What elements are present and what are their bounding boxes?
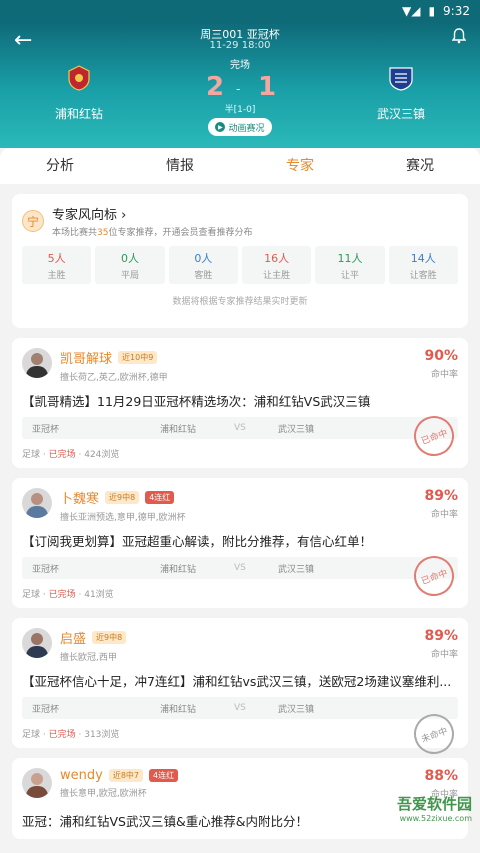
tab-intel[interactable]: 情报: [120, 148, 240, 184]
post-title[interactable]: 【凯哥精选】11月29日亚冠杯精选场次：浦和红钻VS武汉三镇: [22, 392, 458, 411]
hit-rate: 89%: [424, 488, 458, 504]
animation-label: 动画赛况: [228, 123, 265, 134]
status-time: 9:32: [443, 4, 470, 18]
animation-button[interactable]: ▶ 动画赛况: [208, 118, 272, 136]
battery-icon: ▮: [428, 4, 436, 18]
hit-badge: 近8中7: [108, 769, 144, 782]
main-content: 宁 专家风向标 › 本场比赛共35位专家推荐，开通会员查看推荐分布 5人 主胜 0…: [0, 184, 480, 853]
avatar[interactable]: [22, 348, 52, 378]
game-row: 亚冠杯 浦和红钻 VS 武汉三镇: [22, 557, 458, 579]
vane-note: 数据将根据专家推荐结果实时更新: [172, 297, 308, 307]
watermark-url: www.52zixue.com: [399, 814, 472, 823]
stat-handicap-away: 14人 让客胜: [388, 246, 458, 284]
score-separator: -: [236, 82, 241, 96]
expert-name[interactable]: 启盛: [60, 628, 86, 647]
expert-post[interactable]: 卜魏寒 近9中8 4连红 擅长亚洲预选,意甲,德甲,欧洲杯 89% 命中率 【订…: [12, 478, 468, 608]
post-footer: 足球 · 已完场 · 41浏览: [22, 590, 114, 600]
post-title[interactable]: 【订阅我更划算】亚冠超重心解读，附比分推荐，有信心红单！: [22, 532, 458, 551]
hit-rate-label: 命中率: [430, 370, 458, 380]
vane-icon: 宁: [22, 210, 44, 232]
vane-subtitle: 本场比赛共35位专家推荐，开通会员查看推荐分布: [52, 228, 253, 238]
stat-handicap-draw: 11人 让平: [315, 246, 385, 284]
avatar[interactable]: [22, 628, 52, 658]
game-row: 亚冠杯 浦和红钻 VS 武汉三镇: [22, 417, 458, 439]
expert-skill: 擅长荷乙,英乙,欧洲杯,德甲: [60, 373, 168, 383]
stat-away-win: 0人 客胜: [168, 246, 238, 284]
vane-title: 专家风向标 ›: [52, 208, 127, 223]
vane-stats: 5人 主胜 0人 平局 0人 客胜 16人 让主胜 11人 让平 14人 让客胜: [22, 246, 458, 284]
away-score: 1: [258, 72, 277, 102]
avatar[interactable]: [22, 768, 52, 798]
expert-post[interactable]: 启盛 近9中8 擅长欧冠,西甲 89% 命中率 【亚冠杯信心十足，冲7连红】浦和…: [12, 618, 468, 760]
hit-badge: 近9中8: [105, 491, 140, 504]
expert-skill: 擅长亚洲预选,意甲,德甲,欧洲杯: [60, 513, 186, 523]
hit-badge: 近9中8: [92, 631, 127, 644]
stat-draw: 0人 平局: [95, 246, 165, 284]
play-icon: ▶: [215, 122, 226, 132]
home-team-logo-icon: [68, 65, 90, 91]
hit-rate: 88%: [424, 768, 458, 784]
tab-analysis[interactable]: 分析: [0, 148, 120, 184]
match-header: ← 周三001 亚冠杯 11-29 18:00 完场 浦和红钻 2 - 1 武汉…: [0, 22, 480, 148]
stat-handicap-home: 16人 让主胜: [241, 246, 312, 284]
game-row: 亚冠杯 浦和红钻 VS 武汉三镇: [22, 697, 458, 719]
home-score: 2: [206, 72, 225, 102]
hit-rate-label: 命中率: [430, 650, 458, 660]
match-date: 11-29 18:00: [209, 40, 271, 51]
hit-rate: 89%: [424, 628, 458, 644]
expert-name[interactable]: 凯哥解球: [60, 348, 112, 367]
hit-badge: 近10中9: [118, 351, 158, 364]
streak-badge: 4连红: [145, 491, 175, 504]
expert-vane-card[interactable]: 宁 专家风向标 › 本场比赛共35位专家推荐，开通会员查看推荐分布 5人 主胜 0…: [12, 194, 468, 328]
chevron-right-icon: ›: [121, 208, 127, 223]
status-bar: ▼◢ ▮ 9:32: [0, 0, 480, 22]
expert-name[interactable]: 卜魏寒: [60, 488, 99, 507]
hit-rate-label: 命中率: [430, 510, 458, 520]
stat-home-win: 5人 主胜: [22, 246, 92, 284]
post-footer: 足球 · 已完场 · 313浏览: [22, 730, 120, 740]
watermark-text: 吾爱软件园: [396, 795, 472, 813]
expert-post[interactable]: 凯哥解球 近10中9 擅长荷乙,英乙,欧洲杯,德甲 90% 命中率 【凯哥精选】…: [12, 338, 468, 468]
half-score: 半[1-0]: [224, 105, 256, 115]
signal-icon: ▼◢: [401, 4, 421, 18]
away-team-logo-icon: [389, 67, 413, 91]
tab-live[interactable]: 赛况: [360, 148, 480, 184]
tab-expert[interactable]: 专家: [240, 148, 360, 184]
post-title[interactable]: 【亚冠杯信心十足，冲7连红】浦和红钻vs武汉三镇，送欧冠2场建议塞维利...: [22, 672, 458, 691]
expert-skill: 擅长欧冠,西甲: [60, 653, 117, 663]
watermark: 吾爱软件园 www.52zixue.com: [322, 793, 472, 851]
hit-rate: 90%: [424, 348, 458, 364]
streak-badge: 4连红: [149, 769, 179, 782]
expert-name[interactable]: wendy: [60, 768, 103, 783]
post-footer: 足球 · 已完场 · 424浏览: [22, 450, 120, 460]
avatar[interactable]: [22, 488, 52, 518]
tab-bar: 分析 情报 专家 赛况: [0, 148, 480, 184]
